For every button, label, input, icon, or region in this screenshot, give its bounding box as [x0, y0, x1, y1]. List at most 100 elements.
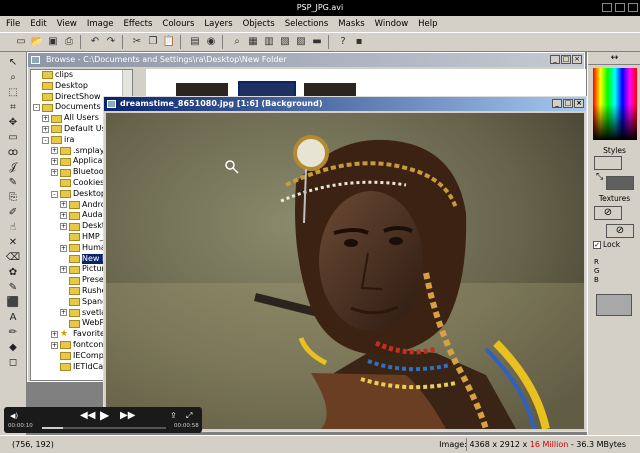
menu-view[interactable]: View [57, 19, 77, 29]
share-icon[interactable]: ⇪ [170, 411, 177, 420]
print-icon[interactable]: ⎙ [62, 35, 76, 49]
collapse-icon[interactable]: - [42, 136, 49, 144]
expand-icon[interactable]: + [60, 309, 67, 317]
menu-help[interactable]: Help [418, 19, 437, 29]
browse-icon[interactable]: ▤ [188, 35, 202, 49]
expand-icon[interactable]: + [42, 115, 49, 123]
minimize-icon[interactable] [602, 3, 612, 12]
full-screen-icon[interactable]: ▦ [246, 35, 260, 49]
object-selector-icon[interactable]: ◻ [5, 356, 21, 369]
swap-icon[interactable]: ⤡ [596, 172, 603, 182]
display-icon[interactable]: ▨ [294, 35, 308, 49]
menu-layers[interactable]: Layers [204, 19, 232, 29]
expand-icon[interactable]: + [42, 125, 49, 133]
expand-icon[interactable]: + [60, 223, 67, 231]
text-icon[interactable]: A [5, 311, 21, 324]
lock-icon[interactable]: ▪ [352, 35, 366, 49]
image-minimize-button[interactable]: _ [552, 99, 562, 108]
undo-icon[interactable]: ↶ [88, 35, 102, 49]
toolbar-icon[interactable]: ▬ [310, 35, 324, 49]
menu-edit[interactable]: Edit [30, 19, 46, 29]
volume-icon[interactable]: ◀) [10, 412, 18, 420]
browse-minimize-button[interactable]: _ [550, 55, 560, 64]
crop-icon[interactable]: ⌗ [5, 101, 21, 114]
color-replacer-icon[interactable]: ✐ [5, 206, 21, 219]
lock-checkbox[interactable]: ✓ Lock [593, 240, 620, 249]
menu-selections[interactable]: Selections [285, 19, 329, 29]
lasso-icon[interactable]: ꝏ [5, 146, 21, 159]
new-icon[interactable]: ▭ [14, 35, 28, 49]
menu-colours[interactable]: Colours [162, 19, 194, 29]
browse-titlebar[interactable]: Browse - C:\Documents and Settings\ra\De… [28, 53, 584, 67]
expand-icon[interactable]: + [60, 212, 67, 220]
menu-window[interactable]: Window [375, 19, 409, 29]
folder-icon [60, 362, 71, 371]
expand-icon[interactable]: + [51, 341, 58, 349]
seek-bar[interactable] [42, 427, 166, 429]
expand-icon[interactable]: + [60, 201, 67, 209]
fullscreen-icon[interactable]: ⤢ [186, 411, 192, 421]
airbrush-icon[interactable]: ✎ [5, 281, 21, 294]
selection-icon[interactable]: ▭ [5, 131, 21, 144]
menu-objects[interactable]: Objects [243, 19, 275, 29]
preset-shapes-icon[interactable]: ◆ [5, 341, 21, 354]
menu-masks[interactable]: Masks [338, 19, 364, 29]
draw-icon[interactable]: ✏ [5, 326, 21, 339]
mover-icon[interactable]: ✥ [5, 116, 21, 129]
menu-effects[interactable]: Effects [124, 19, 153, 29]
expand-icon[interactable]: + [60, 266, 67, 274]
browse-close-button[interactable]: × [572, 55, 582, 64]
color-spectrum[interactable] [593, 68, 637, 140]
maximize-icon[interactable] [615, 3, 625, 12]
copy-icon[interactable]: ❐ [146, 35, 160, 49]
rewind-icon[interactable]: ◀◀ [80, 410, 95, 421]
foreground-texture-none-icon[interactable]: ⊘ [594, 206, 622, 220]
arrow-icon[interactable]: ↖ [5, 56, 21, 69]
expand-icon[interactable]: + [51, 158, 58, 166]
paintbrush-icon[interactable]: ✎ [5, 176, 21, 189]
deform-icon[interactable]: ⬚ [5, 86, 21, 99]
cut-icon[interactable]: ✂ [130, 35, 144, 49]
folder-tree-item[interactable]: clips [31, 70, 132, 81]
image-titlebar[interactable]: dreamstime_8651080.jpg [1:6] (Background… [104, 97, 586, 111]
current-color-swatch[interactable] [596, 294, 632, 316]
menu-image[interactable]: Image [87, 19, 114, 29]
color-balance-icon[interactable]: ▧ [278, 35, 292, 49]
background-texture-none-icon[interactable]: ⊘ [606, 224, 634, 238]
zoom-icon[interactable]: ⌕ [230, 35, 244, 49]
eraser-icon[interactable]: ⌫ [5, 251, 21, 264]
close-icon[interactable] [628, 3, 638, 12]
image-close-button[interactable]: × [574, 99, 584, 108]
background-style-swatch[interactable] [606, 176, 634, 190]
image-maximize-button[interactable]: □ [563, 99, 573, 108]
fast-forward-icon[interactable]: ▶▶ [120, 410, 135, 421]
zoom-icon[interactable]: ⌕ [5, 71, 21, 84]
clone-icon[interactable]: ⎘ [5, 191, 21, 204]
picture-tube-icon[interactable]: ✿ [5, 266, 21, 279]
lock-check-icon[interactable]: ✓ [593, 240, 601, 249]
open-icon[interactable]: 📂 [30, 35, 44, 49]
menu-file[interactable]: File [6, 19, 20, 29]
capture-icon[interactable]: ◉ [204, 35, 218, 49]
histogram-icon[interactable]: ▥ [262, 35, 276, 49]
expand-icon[interactable]: + [60, 244, 67, 252]
image-canvas[interactable] [106, 113, 584, 429]
collapse-icon[interactable]: - [33, 104, 40, 112]
save-icon[interactable]: ▣ [46, 35, 60, 49]
scratch-remover-icon[interactable]: ✕ [5, 236, 21, 249]
expand-icon[interactable]: + [51, 147, 58, 155]
expand-icon[interactable]: + [51, 331, 58, 339]
browse-maximize-button[interactable]: □ [561, 55, 571, 64]
folder-tree-item[interactable]: Desktop [31, 81, 132, 92]
foreground-style-swatch[interactable] [594, 156, 622, 170]
palette-arrows-icon[interactable]: ↔ [588, 52, 640, 65]
dropper-icon[interactable]: 𝒥 [5, 161, 21, 174]
flood-fill-icon[interactable]: ⬛ [5, 296, 21, 309]
play-icon[interactable]: ▶ [100, 408, 109, 422]
retouch-icon[interactable]: ☝ [5, 221, 21, 234]
expand-icon[interactable]: + [51, 169, 58, 177]
paste-icon[interactable]: 📋 [162, 35, 176, 49]
collapse-icon[interactable]: - [51, 190, 58, 198]
redo-icon[interactable]: ↷ [104, 35, 118, 49]
help-icon[interactable]: ? [336, 35, 350, 49]
